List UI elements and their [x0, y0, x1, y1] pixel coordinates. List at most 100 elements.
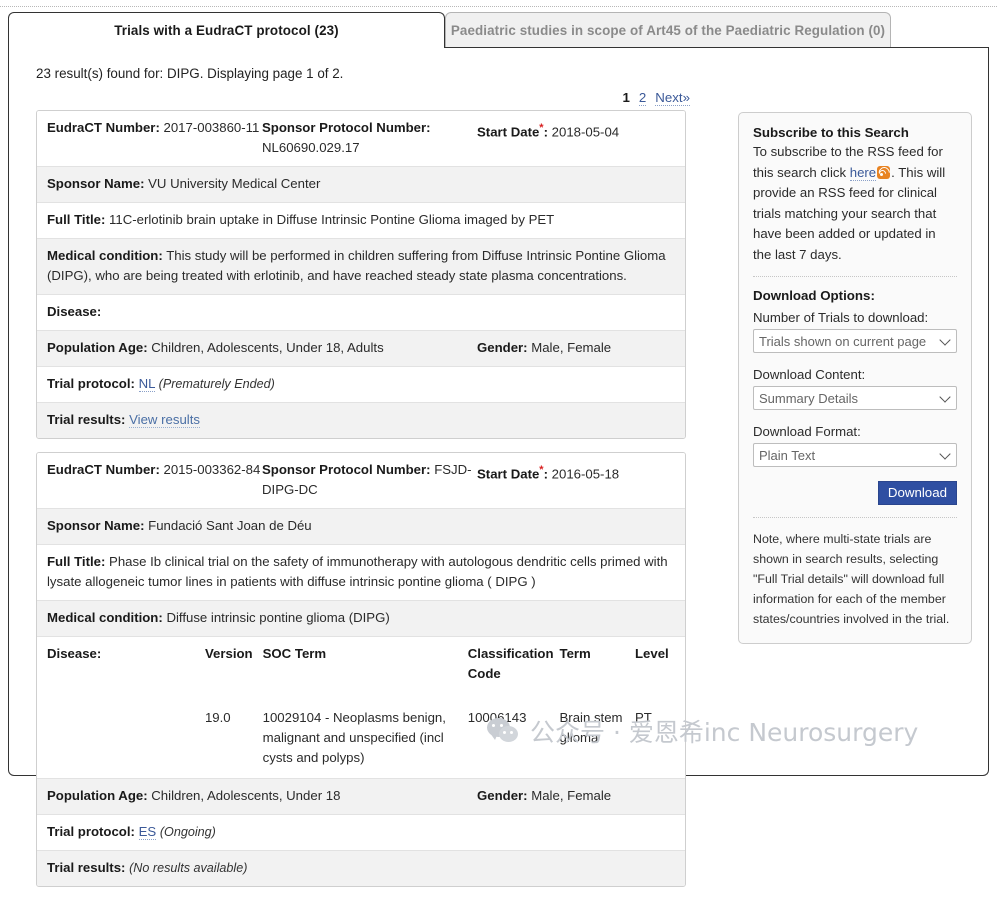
gender-label: Gender: — [477, 340, 528, 355]
trial-header-row: EudraCT Number: 2017-003860-11 Sponsor P… — [37, 111, 685, 167]
trial-results-label: Trial results: — [47, 412, 125, 427]
sponsor-protocol-number-field: Sponsor Protocol Number: NL60690.029.17 — [262, 118, 477, 158]
full-title-value: Phase Ib clinical trial on the safety of… — [47, 554, 668, 589]
number-of-trials-select[interactable]: Trials shown on current page — [753, 329, 957, 353]
disease-row: Disease: — [37, 295, 685, 331]
tab-paediatric-studies-art45[interactable]: Paediatric studies in scope of Art45 of … — [445, 12, 891, 48]
start-date-label: Start Date — [477, 466, 539, 481]
full-title-row: Full Title: Phase Ib clinical trial on t… — [37, 545, 685, 601]
subscribe-title: Subscribe to this Search — [753, 125, 957, 140]
subscribe-description: To subscribe to the RSS feed for this se… — [753, 142, 957, 265]
download-format-select[interactable]: Plain Text — [753, 443, 957, 467]
gender-value: Male, Female — [531, 340, 611, 355]
sponsor-name-label: Sponsor Name: — [47, 518, 144, 533]
cell-term: Brain stem glioma — [560, 708, 635, 770]
download-content-value: Summary Details — [759, 391, 858, 406]
column-term: Term — [560, 644, 635, 692]
tab-trials-eudract-protocol[interactable]: Trials with a EudraCT protocol (23) — [8, 12, 445, 48]
download-note: Note, where multi-state trials are shown… — [753, 517, 957, 629]
download-button[interactable]: Download — [878, 481, 957, 505]
disease-table: Disease: Version SOC Term Classification… — [47, 644, 675, 770]
eudract-number-value: 2017-003860-11 — [164, 120, 260, 135]
population-age-value: Children, Adolescents, Under 18 — [151, 788, 340, 803]
population-age-field: Population Age: Children, Adolescents, U… — [47, 338, 477, 358]
population-age-label: Population Age: — [47, 340, 148, 355]
trial-protocol-row: Trial protocol: NL (Prematurely Ended) — [37, 367, 685, 403]
start-date-field: Start Date*: 2018-05-04 — [477, 118, 675, 142]
trial-protocol-country-link[interactable]: NL — [139, 376, 155, 392]
start-date-field: Start Date*: 2016-05-18 — [477, 460, 675, 484]
full-title-value: 11C-erlotinib brain uptake in Diffuse In… — [109, 212, 554, 227]
full-title-label: Full Title: — [47, 212, 105, 227]
tab-bar: Trials with a EudraCT protocol (23) Paed… — [8, 12, 989, 48]
medical-condition-label: Medical condition: — [47, 610, 163, 625]
rss-here-link[interactable]: here — [850, 165, 876, 181]
trial-protocol-row: Trial protocol: ES (Ongoing) — [37, 815, 685, 851]
sponsor-protocol-number-label: Sponsor Protocol Number: — [262, 120, 431, 135]
chevron-down-icon — [939, 391, 950, 402]
trial-protocol-label: Trial protocol: — [47, 824, 135, 839]
cell-soc-term: 10029104 - Neoplasms benign, malignant a… — [263, 708, 468, 770]
start-date-value: 2018-05-04 — [552, 124, 619, 139]
trial-results-row: Trial results: (No results available) — [37, 851, 685, 886]
eudract-number-field: EudraCT Number: 2017-003860-11 — [47, 118, 262, 138]
download-content-select[interactable]: Summary Details — [753, 386, 957, 410]
trial-result-card: EudraCT Number: 2017-003860-11 Sponsor P… — [36, 110, 686, 439]
chevron-down-icon — [939, 334, 950, 345]
start-date-value: 2016-05-18 — [552, 466, 619, 481]
medical-condition-row: Medical condition: This study will be pe… — [37, 239, 685, 295]
disease-table-row: Disease: Version SOC Term Classification… — [37, 637, 685, 779]
download-format-value: Plain Text — [759, 448, 815, 463]
trial-header-row: EudraCT Number: 2015-003362-84 Sponsor P… — [37, 453, 685, 509]
trial-results-label: Trial results: — [47, 860, 125, 875]
full-title-label: Full Title: — [47, 554, 105, 569]
top-divider — [0, 6, 997, 8]
gender-field: Gender: Male, Female — [477, 786, 675, 806]
view-results-link[interactable]: View results — [129, 412, 200, 428]
column-soc-term: SOC Term — [263, 644, 468, 692]
cell-classification-code: 10006143 — [468, 708, 560, 770]
results-list: EudraCT Number: 2017-003860-11 Sponsor P… — [36, 110, 686, 900]
sponsor-name-label: Sponsor Name: — [47, 176, 144, 191]
download-content-label: Download Content: — [753, 367, 957, 382]
gender-value: Male, Female — [531, 788, 611, 803]
sponsor-protocol-number-field: Sponsor Protocol Number: FSJD-DIPG-DC — [262, 460, 477, 500]
sponsor-protocol-number-value: NL60690.029.17 — [262, 140, 360, 155]
population-age-value: Children, Adolescents, Under 18, Adults — [151, 340, 383, 355]
tab-paediatric-studies-art45-label: Paediatric studies in scope of Art45 of … — [451, 23, 885, 38]
disease-table-header-row: Disease: Version SOC Term Classification… — [47, 644, 675, 692]
pagination-page-1[interactable]: 1 — [622, 90, 629, 105]
medical-condition-value: Diffuse intrinsic pontine glioma (DIPG) — [166, 610, 389, 625]
column-version: Version — [205, 644, 263, 692]
trial-protocol-label: Trial protocol: — [47, 376, 135, 391]
medical-condition-label: Medical condition: — [47, 248, 163, 263]
trial-protocol-status: (Ongoing) — [160, 825, 216, 839]
disease-table-spacer — [47, 692, 675, 708]
rss-feed-icon[interactable] — [877, 166, 890, 179]
table-row: 19.0 10029104 - Neoplasms benign, malign… — [47, 708, 675, 770]
sponsor-name-value: Fundació Sant Joan de Déu — [148, 518, 312, 533]
column-level: Level — [635, 644, 675, 692]
trial-protocol-status: (Prematurely Ended) — [159, 377, 275, 391]
pagination-page-2[interactable]: 2 — [639, 90, 646, 106]
eudract-number-field: EudraCT Number: 2015-003362-84 — [47, 460, 262, 480]
chevron-down-icon — [939, 448, 950, 459]
trial-result-card: EudraCT Number: 2015-003362-84 Sponsor P… — [36, 452, 686, 887]
disease-label: Disease: — [47, 304, 101, 319]
full-title-row: Full Title: 11C-erlotinib brain uptake i… — [37, 203, 685, 239]
trial-protocol-country-link[interactable]: ES — [139, 824, 157, 840]
pagination-next[interactable]: Next» — [655, 90, 690, 106]
download-format-label: Download Format: — [753, 424, 957, 439]
population-gender-row: Population Age: Children, Adolescents, U… — [37, 779, 685, 815]
gender-field: Gender: Male, Female — [477, 338, 675, 358]
disease-cell-empty — [47, 708, 205, 770]
medical-condition-row: Medical condition: Diffuse intrinsic pon… — [37, 601, 685, 637]
cell-version: 19.0 — [205, 708, 263, 770]
eudract-number-value: 2015-003362-84 — [164, 462, 261, 477]
start-date-separator: : — [544, 466, 548, 481]
trial-results-value: (No results available) — [129, 861, 247, 875]
eudract-number-label: EudraCT Number: — [47, 462, 160, 477]
trial-results-row: Trial results: View results — [37, 403, 685, 438]
population-age-label: Population Age: — [47, 788, 148, 803]
sidebar-panel: Subscribe to this Search To subscribe to… — [738, 112, 972, 644]
